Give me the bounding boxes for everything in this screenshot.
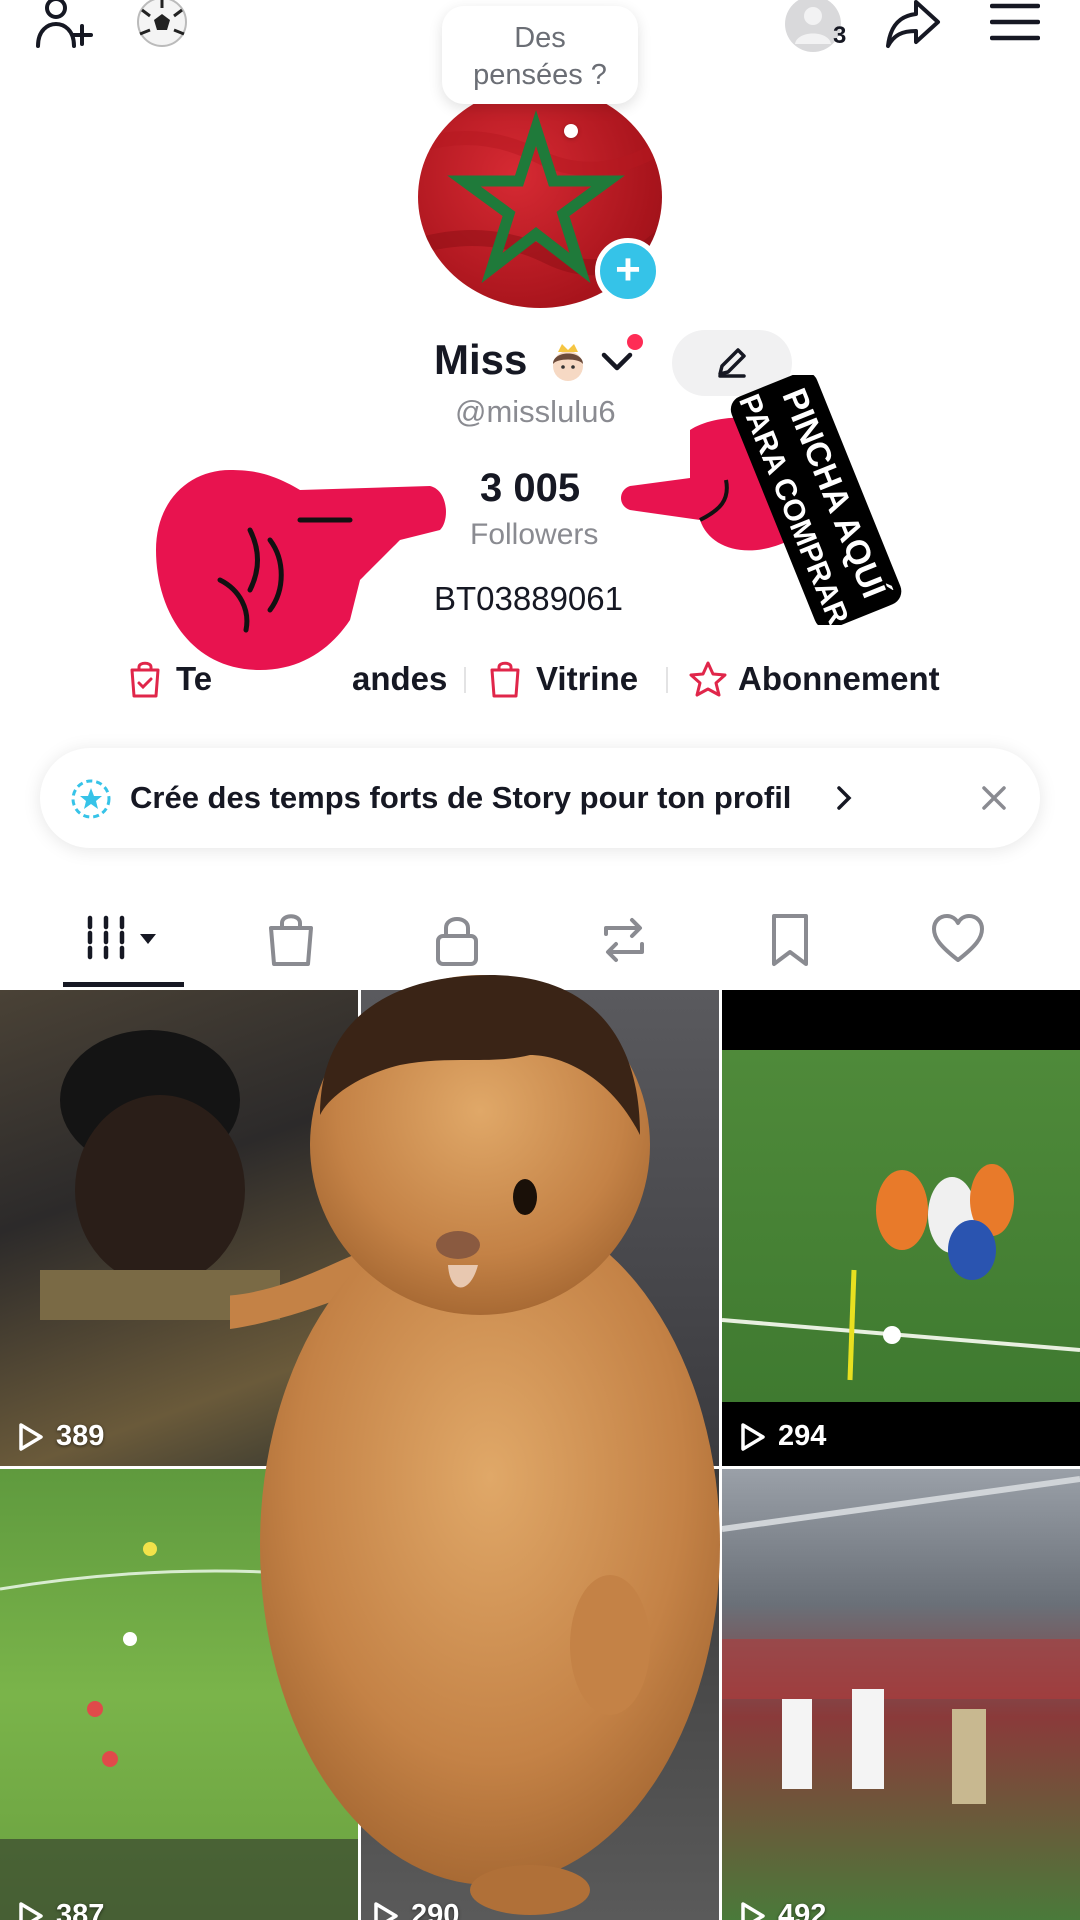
view-count: 389 [18,1420,104,1453]
thought-bubble-tail [564,124,578,138]
chevron-right-icon [837,786,852,810]
notification-dot [627,334,643,350]
guinea-pig-sticker [230,965,790,1920]
story-banner-text: Crée des temps forts de Story pour ton p… [130,780,792,815]
lock-icon [436,917,478,966]
view-count-value: 387 [56,1899,105,1920]
tab-saved[interactable] [766,912,814,968]
thought-bubble-line1: Des [514,22,566,54]
play-icon [19,1423,43,1452]
bookmark-icon [772,914,808,966]
active-tab-indicator [63,982,184,987]
add-story-button[interactable]: + [595,238,661,304]
story-highlight-icon [71,779,111,819]
divider [464,667,466,693]
pointing-hand-sticker-left [150,460,450,680]
showcase-link[interactable]: Vitrine [488,656,648,700]
grid-icon [87,915,156,961]
subscription-link[interactable]: Abonnement [688,656,958,700]
shopping-bag-icon [269,914,313,966]
subscription-link-label: Abonnement [738,660,940,697]
soccer-ball-icon[interactable] [134,0,190,50]
chevron-down-icon[interactable] [600,350,634,374]
view-count: 387 [18,1899,104,1920]
tab-reposts[interactable] [596,912,652,968]
profile-handle: @misslulu6 [455,394,616,429]
close-icon[interactable] [980,784,1008,812]
star-badge-icon [689,661,727,697]
story-highlights-banner[interactable]: Crée des temps forts de Story pour ton p… [40,748,1040,848]
tab-videos[interactable] [86,912,166,968]
share-icon[interactable] [884,0,942,50]
repost-icon [604,918,644,962]
notification-count: 3 [833,22,847,49]
followers-count[interactable]: 3 005 [480,466,580,511]
followers-label[interactable]: Followers [470,518,598,552]
divider [666,667,668,693]
princess-emoji-icon [546,340,590,384]
menu-icon[interactable] [990,2,1040,44]
showcase-link-label: Vitrine [536,660,639,697]
thought-bubble[interactable]: Des pensées ? [442,6,638,104]
buy-here-sticker[interactable]: PINCHA AQUÍ PARA COMPRAR [702,375,932,625]
profile-bio: BT03889061 [434,580,623,617]
tab-liked[interactable] [930,912,986,968]
tab-shop[interactable] [266,912,316,968]
thought-bubble-line2: pensées ? [473,59,607,91]
add-friend-icon[interactable] [34,0,98,50]
heart-icon [932,914,984,962]
tab-private[interactable] [432,912,482,968]
profile-name: Miss [434,336,528,383]
play-icon [19,1902,43,1920]
shopping-bag-icon [490,661,520,698]
view-count-value: 389 [56,1420,105,1452]
